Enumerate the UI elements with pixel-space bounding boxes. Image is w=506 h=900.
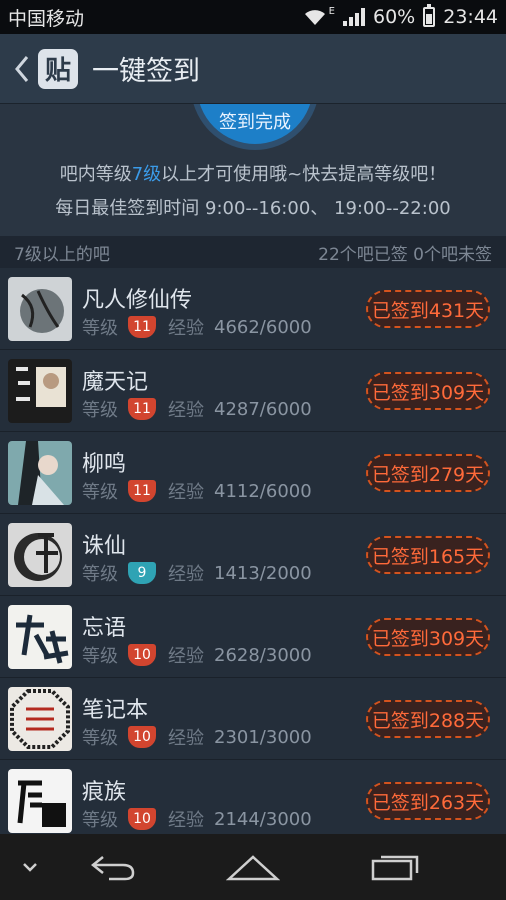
best-time-hint: 每日最佳签到时间 9:00--16:00、 19:00--22:00 <box>55 198 451 219</box>
level-badge: 9 <box>128 562 156 584</box>
forum-name: 诛仙 <box>82 534 127 559</box>
signed-days-badge: 已签到279天 <box>366 454 490 492</box>
exp-label: 经验 <box>168 646 204 667</box>
forum-meta: 等级 11 经验 4112/6000 <box>82 478 312 504</box>
carrier-name: 中国移动 <box>8 7 85 30</box>
signal-icon <box>343 8 365 26</box>
sign-complete-button[interactable]: 签到完成 <box>191 104 319 150</box>
forum-meta: 等级 10 经验 2301/3000 <box>82 724 312 750</box>
status-icons: E 60% 23:44 <box>303 4 498 28</box>
forum-name: 忘语 <box>82 616 127 641</box>
forum-meta: 等级 11 经验 4662/6000 <box>82 314 312 340</box>
tieba-logo-icon: 贴 <box>38 48 78 89</box>
exp-value: 1413/2000 <box>214 562 312 584</box>
level-label: 等级 <box>82 400 118 421</box>
battery-percent: 60% <box>373 6 416 28</box>
level-label: 等级 <box>82 482 118 503</box>
signed-days-badge: 已签到288天 <box>366 700 490 738</box>
signed-days-badge: 已签到165天 <box>366 536 490 574</box>
forum-avatar <box>8 277 72 341</box>
signed-days-badge: 已签到309天 <box>366 372 490 410</box>
list-item[interactable]: 凡人修仙传 等级 11 经验 4662/6000 已签到431天 <box>0 268 506 350</box>
level-label: 等级 <box>82 318 118 339</box>
level-label: 等级 <box>82 728 118 749</box>
forum-avatar <box>8 769 72 833</box>
battery-icon <box>423 4 436 27</box>
level-hint: 吧内等级7级以上才可使用哦~快去提高等级吧！ <box>0 160 506 186</box>
forum-avatar <box>8 441 72 505</box>
network-type: E <box>328 6 335 17</box>
forum-avatar <box>8 687 72 751</box>
forum-meta: 等级 10 经验 2628/3000 <box>82 642 312 668</box>
exp-value: 2301/3000 <box>214 726 312 748</box>
level-hint-level: 7级 <box>131 164 162 185</box>
level-badge: 10 <box>128 726 156 748</box>
back-arrow-icon <box>90 856 135 881</box>
forum-name: 魔天记 <box>82 370 149 395</box>
forum-meta: 等级 10 经验 2144/3000 <box>82 806 312 832</box>
level-badge: 10 <box>128 644 156 666</box>
back-button[interactable] <box>80 834 146 900</box>
exp-value: 2144/3000 <box>214 808 312 830</box>
status-bar: 中国移动 E 60% 23:44 <box>0 0 506 34</box>
list-item[interactable]: 柳鸣 等级 11 经验 4112/6000 已签到279天 <box>0 432 506 514</box>
signed-days-badge: 已签到309天 <box>366 618 490 656</box>
home-icon <box>226 855 280 881</box>
list-item[interactable]: 诛仙 等级 9 经验 1413/2000 已签到165天 <box>0 514 506 596</box>
forum-name: 痕族 <box>82 780 127 805</box>
section-title: 7级以上的吧 <box>14 244 110 265</box>
forum-name: 凡人修仙传 <box>82 288 193 313</box>
exp-value: 4662/6000 <box>214 316 312 338</box>
exp-label: 经验 <box>168 728 204 749</box>
forum-avatar <box>8 605 72 669</box>
forum-avatar <box>8 359 72 423</box>
clock: 23:44 <box>443 6 498 28</box>
signed-days-badge: 已签到431天 <box>366 290 490 328</box>
list-item[interactable]: 忘语 等级 10 经验 2628/3000 已签到309天 <box>0 596 506 678</box>
forum-avatar <box>8 523 72 587</box>
list-item[interactable]: 魔天记 等级 11 经验 4287/6000 已签到309天 <box>0 350 506 432</box>
header-bar: 贴 一键签到 <box>0 34 506 104</box>
level-label: 等级 <box>82 564 118 585</box>
chevron-down-icon <box>23 863 37 872</box>
home-button[interactable] <box>220 834 286 900</box>
exp-label: 经验 <box>168 318 204 339</box>
level-label: 等级 <box>82 646 118 667</box>
list-item[interactable]: 痕族 等级 10 经验 2144/3000 已签到263天 <box>0 760 506 842</box>
forum-name: 柳鸣 <box>82 452 127 477</box>
back-icon[interactable] <box>8 49 36 89</box>
exp-value: 2628/3000 <box>214 644 312 666</box>
level-badge: 10 <box>128 808 156 830</box>
wifi-icon <box>304 10 325 25</box>
exp-label: 经验 <box>168 400 204 421</box>
level-badge: 11 <box>128 398 156 420</box>
section-summary: 22个吧已签 0个吧未签 <box>318 244 492 265</box>
level-hint-suffix: 以上才可使用哦~快去提高等级吧！ <box>161 164 447 185</box>
battery-fill <box>426 14 433 24</box>
exp-label: 经验 <box>168 482 204 503</box>
forum-list: 凡人修仙传 等级 11 经验 4662/6000 已签到431天 魔天记 等级 … <box>0 268 506 842</box>
list-item[interactable]: 笔记本 等级 10 经验 2301/3000 已签到288天 <box>0 678 506 760</box>
exp-value: 4287/6000 <box>214 398 312 420</box>
hide-keyboard-button[interactable] <box>10 834 50 900</box>
forum-name: 笔记本 <box>82 698 149 723</box>
page-title: 一键签到 <box>92 56 200 87</box>
system-nav-bar <box>0 834 506 900</box>
sign-banner: 签到完成 吧内等级7级以上才可使用哦~快去提高等级吧！ 每日最佳签到时间 9:0… <box>0 104 506 236</box>
exp-label: 经验 <box>168 810 204 831</box>
level-label: 等级 <box>82 810 118 831</box>
section-header: 7级以上的吧 22个吧已签 0个吧未签 <box>0 236 506 268</box>
exp-label: 经验 <box>168 564 204 585</box>
recent-apps-icon <box>371 855 419 881</box>
sign-complete-label: 签到完成 <box>219 112 291 133</box>
signed-days-badge: 已签到263天 <box>366 782 490 820</box>
forum-meta: 等级 9 经验 1413/2000 <box>82 560 312 586</box>
level-badge: 11 <box>128 480 156 502</box>
forum-meta: 等级 11 经验 4287/6000 <box>82 396 312 422</box>
level-badge: 11 <box>128 316 156 338</box>
recent-apps-button[interactable] <box>362 834 428 900</box>
exp-value: 4112/6000 <box>214 480 312 502</box>
level-hint-prefix: 吧内等级 <box>59 164 132 185</box>
